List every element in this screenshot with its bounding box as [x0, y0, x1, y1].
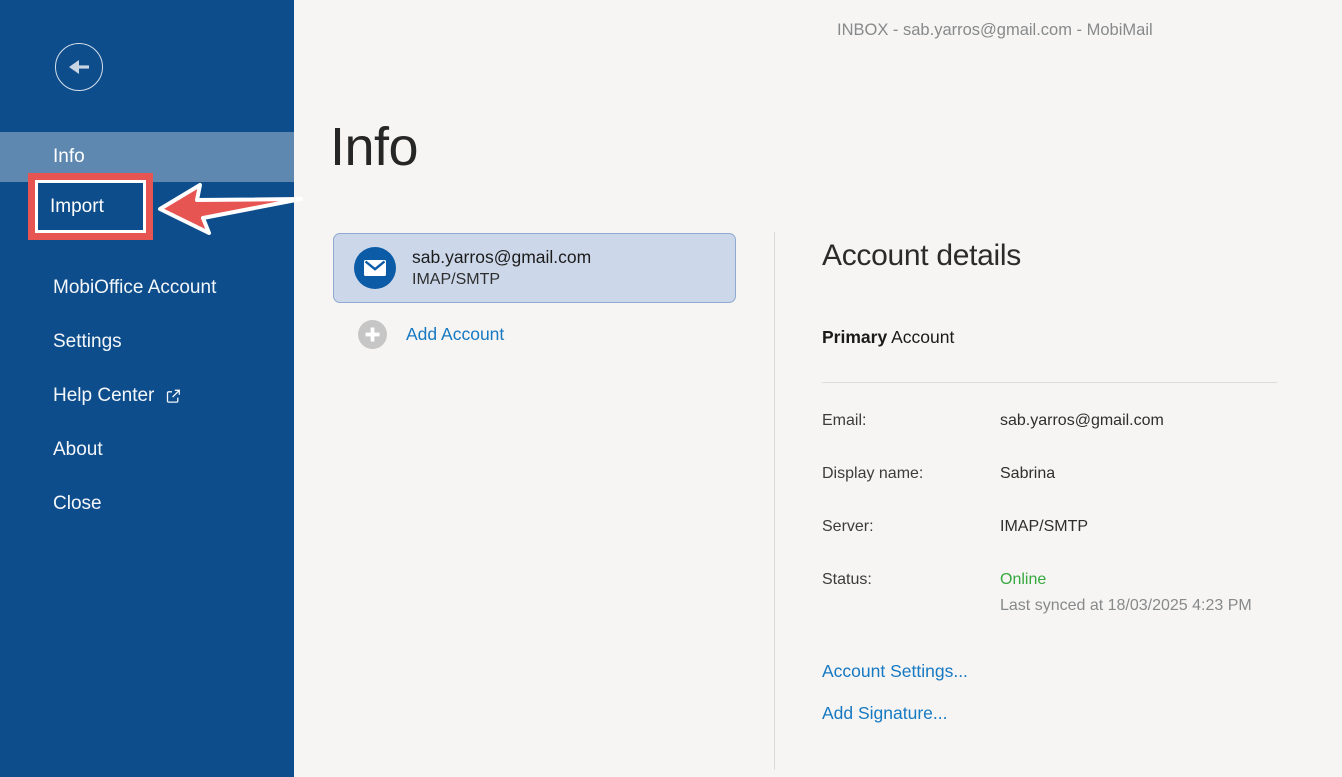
back-arrow-icon	[67, 58, 91, 76]
horizontal-divider	[822, 382, 1277, 383]
account-type-label: Primary Account	[822, 327, 954, 348]
details-heading: Account details	[822, 239, 1021, 273]
status-value: Online	[1000, 571, 1046, 589]
account-type-rest: Account	[891, 327, 954, 347]
field-value: IMAP/SMTP	[1000, 518, 1088, 536]
account-type-primary: Primary	[822, 327, 887, 347]
sidebar-item-import[interactable]: Import	[28, 173, 153, 240]
main-area: INBOX - sab.yarros@gmail.com - MobiMail …	[294, 0, 1342, 777]
field-label: Status:	[822, 571, 872, 589]
sidebar-item-about[interactable]: About	[0, 423, 294, 477]
sidebar-item-help-center[interactable]: Help Center	[0, 369, 294, 423]
account-protocol: IMAP/SMTP	[412, 271, 500, 289]
field-value: Sabrina	[1000, 465, 1055, 483]
sidebar-item-settings[interactable]: Settings	[0, 315, 294, 369]
sidebar-item-label: Close	[53, 493, 102, 515]
add-signature-link[interactable]: Add Signature...	[822, 703, 948, 724]
external-link-icon	[166, 389, 181, 404]
field-value: sab.yarros@gmail.com	[1000, 412, 1164, 430]
sidebar-item-label: Import	[50, 196, 104, 218]
sidebar-item-label: Settings	[53, 331, 122, 353]
sidebar-item-label: Info	[53, 146, 85, 168]
page-title: Info	[330, 116, 418, 178]
add-account-button[interactable]: Add Account	[358, 320, 504, 349]
last-synced-text: Last synced at 18/03/2025 4:23 PM	[1000, 597, 1252, 615]
sidebar-item-close[interactable]: Close	[0, 477, 294, 531]
sidebar-item-label: Help Center	[53, 385, 154, 407]
account-settings-link[interactable]: Account Settings...	[822, 661, 968, 682]
sidebar: Info Import MobiOffice Account Settings …	[0, 0, 294, 777]
sidebar-nav: MobiOffice Account Settings Help Center …	[0, 261, 294, 531]
account-list-item[interactable]: sab.yarros@gmail.com IMAP/SMTP	[333, 233, 736, 303]
window-title: INBOX - sab.yarros@gmail.com - MobiMail	[837, 21, 1153, 40]
field-label: Email:	[822, 412, 866, 430]
account-email: sab.yarros@gmail.com	[412, 247, 591, 268]
sidebar-item-mobioffice-account[interactable]: MobiOffice Account	[0, 261, 294, 315]
field-label: Server:	[822, 518, 874, 536]
back-button[interactable]	[55, 43, 103, 91]
sidebar-item-label: MobiOffice Account	[53, 277, 216, 299]
email-account-icon	[354, 247, 396, 289]
plus-icon	[358, 320, 387, 349]
field-label: Display name:	[822, 465, 923, 483]
vertical-divider	[774, 232, 775, 770]
add-account-label: Add Account	[406, 324, 504, 345]
account-details-panel: Account details Primary Account Email: s…	[822, 232, 1278, 777]
sidebar-item-label: About	[53, 439, 103, 461]
